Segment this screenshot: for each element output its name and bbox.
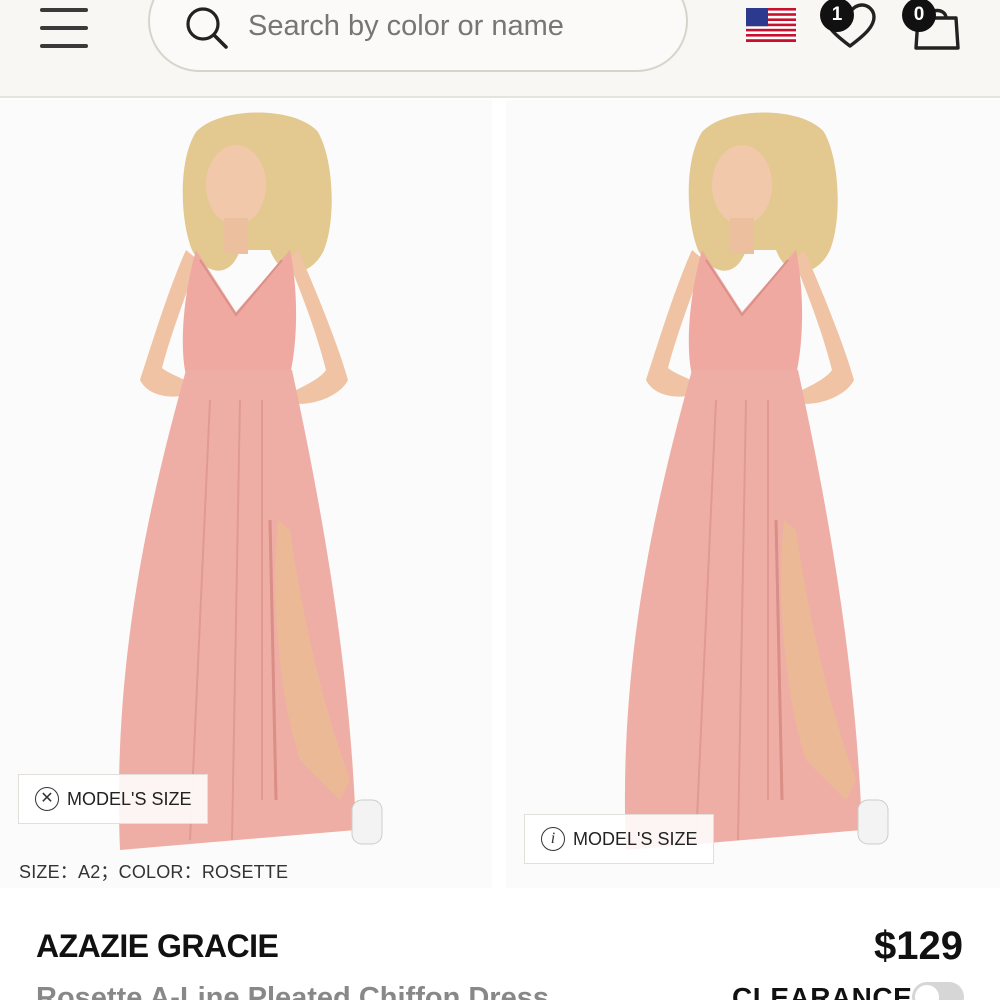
model-size-label: MODEL'S SIZE [67, 788, 192, 809]
size-color-caption: SIZE：A2；COLOR：ROSETTE [19, 862, 289, 882]
search-input[interactable] [248, 4, 668, 48]
cart-button[interactable]: 0 [898, 0, 964, 54]
model-size-button[interactable]: i MODEL'S SIZE [524, 814, 715, 864]
product-image-front[interactable]: ✕ MODEL'S SIZE [0, 100, 492, 888]
product-name: Rosette A-Line Pleated Chiffon Dress [36, 982, 549, 1000]
search-icon[interactable] [183, 4, 231, 50]
info-icon: i [541, 827, 565, 851]
model-size-button[interactable]: ✕ MODEL'S SIZE [18, 774, 209, 824]
menu-icon-bar [40, 8, 88, 12]
product-price: $129 [874, 924, 963, 968]
product-brand-title: AZAZIE GRACIE [36, 928, 279, 964]
clearance-toggle[interactable] [912, 982, 964, 1000]
model-photo [118, 112, 383, 850]
close-icon: ✕ [35, 787, 59, 811]
clearance-label: CLEARANCE [732, 982, 913, 1000]
wishlist-button[interactable]: 1 [816, 0, 880, 52]
menu-icon-bar [40, 26, 88, 30]
us-flag-icon[interactable] [746, 8, 796, 42]
hamburger-menu-button[interactable] [40, 8, 90, 48]
product-image-secondary[interactable]: i MODEL'S SIZE [506, 100, 1000, 888]
top-header: 1 0 [0, 0, 1000, 98]
model-photo [624, 112, 889, 850]
model-size-label: MODEL'S SIZE [573, 828, 698, 849]
menu-icon-bar [40, 44, 88, 48]
